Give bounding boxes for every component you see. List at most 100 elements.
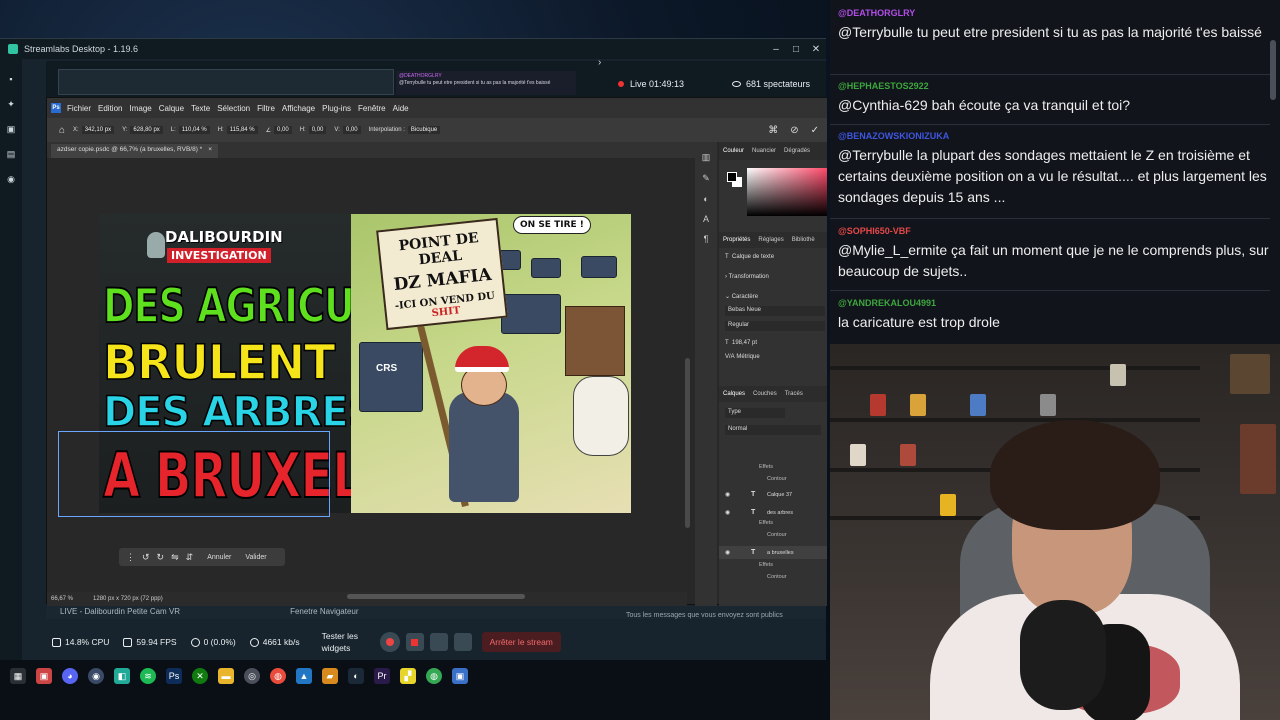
vertical-scrollbar[interactable] <box>685 358 690 528</box>
foreground-color-swatch[interactable] <box>727 172 737 182</box>
tab-degrades[interactable]: Dégradés <box>784 148 810 154</box>
ps-canvas-area[interactable]: DALIBOURDIN INVESTIGATION DES AGRICULTEU… <box>47 158 690 592</box>
menu-fenetre[interactable]: Fenêtre <box>358 104 386 113</box>
visibility-eye-icon[interactable]: ◉ <box>725 509 733 516</box>
maximize-icon[interactable]: □ <box>786 44 806 55</box>
rotate-right-icon[interactable]: ↻ <box>157 552 165 563</box>
record-button[interactable] <box>379 632 400 652</box>
layer-filter-select[interactable]: Type <box>725 408 785 418</box>
tab-calques[interactable]: Calques <box>723 391 745 397</box>
highlighter-icon[interactable]: ◉ <box>6 175 16 184</box>
layer-contour[interactable]: Contour <box>767 476 787 482</box>
app-icon[interactable]: ▣ <box>452 668 468 684</box>
flip-horizontal-icon[interactable]: ⇋ <box>171 552 179 563</box>
chat-username[interactable]: @HEPHAESTOS2922 <box>838 81 1270 91</box>
vskew-field[interactable]: 0,00 <box>342 126 361 134</box>
width-field[interactable]: 110,04 % <box>178 126 210 134</box>
chat-scrollbar[interactable] <box>1270 40 1276 100</box>
layer-effects[interactable]: Effets <box>759 520 773 526</box>
menu-edition[interactable]: Edition <box>98 104 122 113</box>
steam-icon[interactable]: ◐ <box>348 668 364 684</box>
stop-record-button[interactable] <box>405 633 424 651</box>
dashboard-icon[interactable]: ▤ <box>6 150 16 159</box>
tab-nuancier[interactable]: Nuancier <box>752 148 776 154</box>
menu-plugins[interactable]: Plug-ins <box>322 104 351 113</box>
y-field[interactable]: 628,80 px <box>130 126 163 134</box>
start-menu-icon[interactable]: ▦ <box>10 668 26 684</box>
chrome-icon[interactable]: ◍ <box>426 668 442 684</box>
menu-aide[interactable]: Aide <box>393 104 409 113</box>
commit-transform-icon[interactable]: ✓ <box>811 125 819 136</box>
file-explorer-icon[interactable]: ▬ <box>218 668 234 684</box>
cancel-transform-icon[interactable]: ⊘ <box>790 125 798 136</box>
transform-selection-box[interactable] <box>58 431 330 517</box>
character-icon[interactable]: A <box>703 214 709 224</box>
horizontal-scrollbar[interactable] <box>347 594 525 599</box>
minimize-icon[interactable]: – <box>766 44 786 55</box>
app-icon[interactable]: ▲ <box>296 668 312 684</box>
x-field[interactable]: 342,10 px <box>81 126 115 134</box>
stop-stream-button[interactable]: Arrêter le stream <box>481 632 561 652</box>
premiere-icon[interactable]: Pr <box>374 668 390 684</box>
layer-contour[interactable]: Contour <box>767 574 787 580</box>
visibility-eye-icon[interactable]: ◉ <box>725 549 733 556</box>
save-replay-button[interactable] <box>453 633 472 651</box>
menu-image[interactable]: Image <box>129 104 151 113</box>
character-section[interactable]: ⌄ Caractère <box>725 293 758 300</box>
chat-username[interactable]: @YANDREKALOU4991 <box>838 298 1270 308</box>
test-widgets-button[interactable]: Tester les widgets <box>322 630 372 654</box>
app-icon[interactable]: ▞ <box>400 668 416 684</box>
app-icon[interactable]: ▰ <box>322 668 338 684</box>
cancel-button[interactable]: Annuler <box>207 554 231 561</box>
color-picker-field[interactable] <box>747 168 827 216</box>
tab-couleur[interactable]: Couleur <box>723 148 744 154</box>
xbox-icon[interactable]: ✕ <box>192 668 208 684</box>
close-icon[interactable]: ✕ <box>806 44 826 55</box>
layer-contour[interactable]: Contour <box>767 532 787 538</box>
store-icon[interactable]: ▣ <box>6 125 16 134</box>
menu-texte[interactable]: Texte <box>191 104 210 113</box>
menu-calque[interactable]: Calque <box>159 104 184 113</box>
history-icon[interactable]: ▥ <box>702 152 711 163</box>
document-tab[interactable]: azdser copie.psdc @ 66,7% (a bruxelles, … <box>51 144 219 158</box>
app-icon[interactable]: ◎ <box>244 668 260 684</box>
interpolation-select[interactable]: Bicubique <box>407 126 441 134</box>
drag-handle-icon[interactable]: ⋮ <box>126 552 135 563</box>
close-tab-icon[interactable]: × <box>208 146 212 156</box>
tab-couches[interactable]: Couches <box>753 391 777 397</box>
themes-icon[interactable]: ✦ <box>6 100 16 109</box>
brush-settings-icon[interactable]: ✎ <box>702 173 710 184</box>
replay-buffer-button[interactable] <box>429 633 448 651</box>
expand-arrow-icon[interactable]: › <box>598 57 601 68</box>
discord-icon[interactable]: ◕ <box>62 668 78 684</box>
height-field[interactable]: 115,84 % <box>226 126 258 134</box>
layer-row[interactable]: ◉ T Calque 37 <box>719 488 827 501</box>
zoom-level[interactable]: 66,67 % <box>51 596 73 602</box>
warp-icon[interactable]: ⌘ <box>768 125 778 136</box>
chat-username[interactable]: @BENAZOWSKIONIZUKA <box>838 131 1270 141</box>
menu-fichier[interactable]: Fichier <box>67 104 91 113</box>
font-family-select[interactable]: Bebas Neue <box>725 306 825 316</box>
layer-row-selected[interactable]: ◉ T a bruxelles <box>719 546 827 559</box>
tab-proprietes[interactable]: Propriétés <box>723 237 750 243</box>
paragraph-icon[interactable]: ¶ <box>704 234 709 244</box>
spotify-icon[interactable]: ≋ <box>140 668 156 684</box>
flip-vertical-icon[interactable]: ⇵ <box>186 552 194 563</box>
layer-effects[interactable]: Effets <box>759 562 773 568</box>
app-icon[interactable]: ▣ <box>36 668 52 684</box>
chat-username[interactable]: @DEATHORGLRY <box>838 8 1270 18</box>
menu-affichage[interactable]: Affichage <box>282 104 315 113</box>
hskew-field[interactable]: 0,00 <box>308 126 327 134</box>
app-icon[interactable]: ◉ <box>88 668 104 684</box>
scene-item[interactable]: LIVE - Dalibourdin Petite Cam VR <box>60 607 180 616</box>
tab-reglages[interactable]: Réglages <box>758 237 783 243</box>
layer-effects[interactable]: Effets <box>759 464 773 470</box>
scene-preview[interactable] <box>58 69 394 95</box>
tab-bibliotheques[interactable]: Bibliothè <box>792 237 815 243</box>
adjustments-icon[interactable]: ◐ <box>703 194 708 204</box>
visibility-eye-icon[interactable]: ◉ <box>725 491 733 498</box>
menu-selection[interactable]: Sélection <box>217 104 250 113</box>
layer-row[interactable]: ◉ T des arbres <box>719 506 827 519</box>
home-icon[interactable]: ⌂ <box>59 125 65 136</box>
chrome-icon[interactable]: ◍ <box>270 668 286 684</box>
